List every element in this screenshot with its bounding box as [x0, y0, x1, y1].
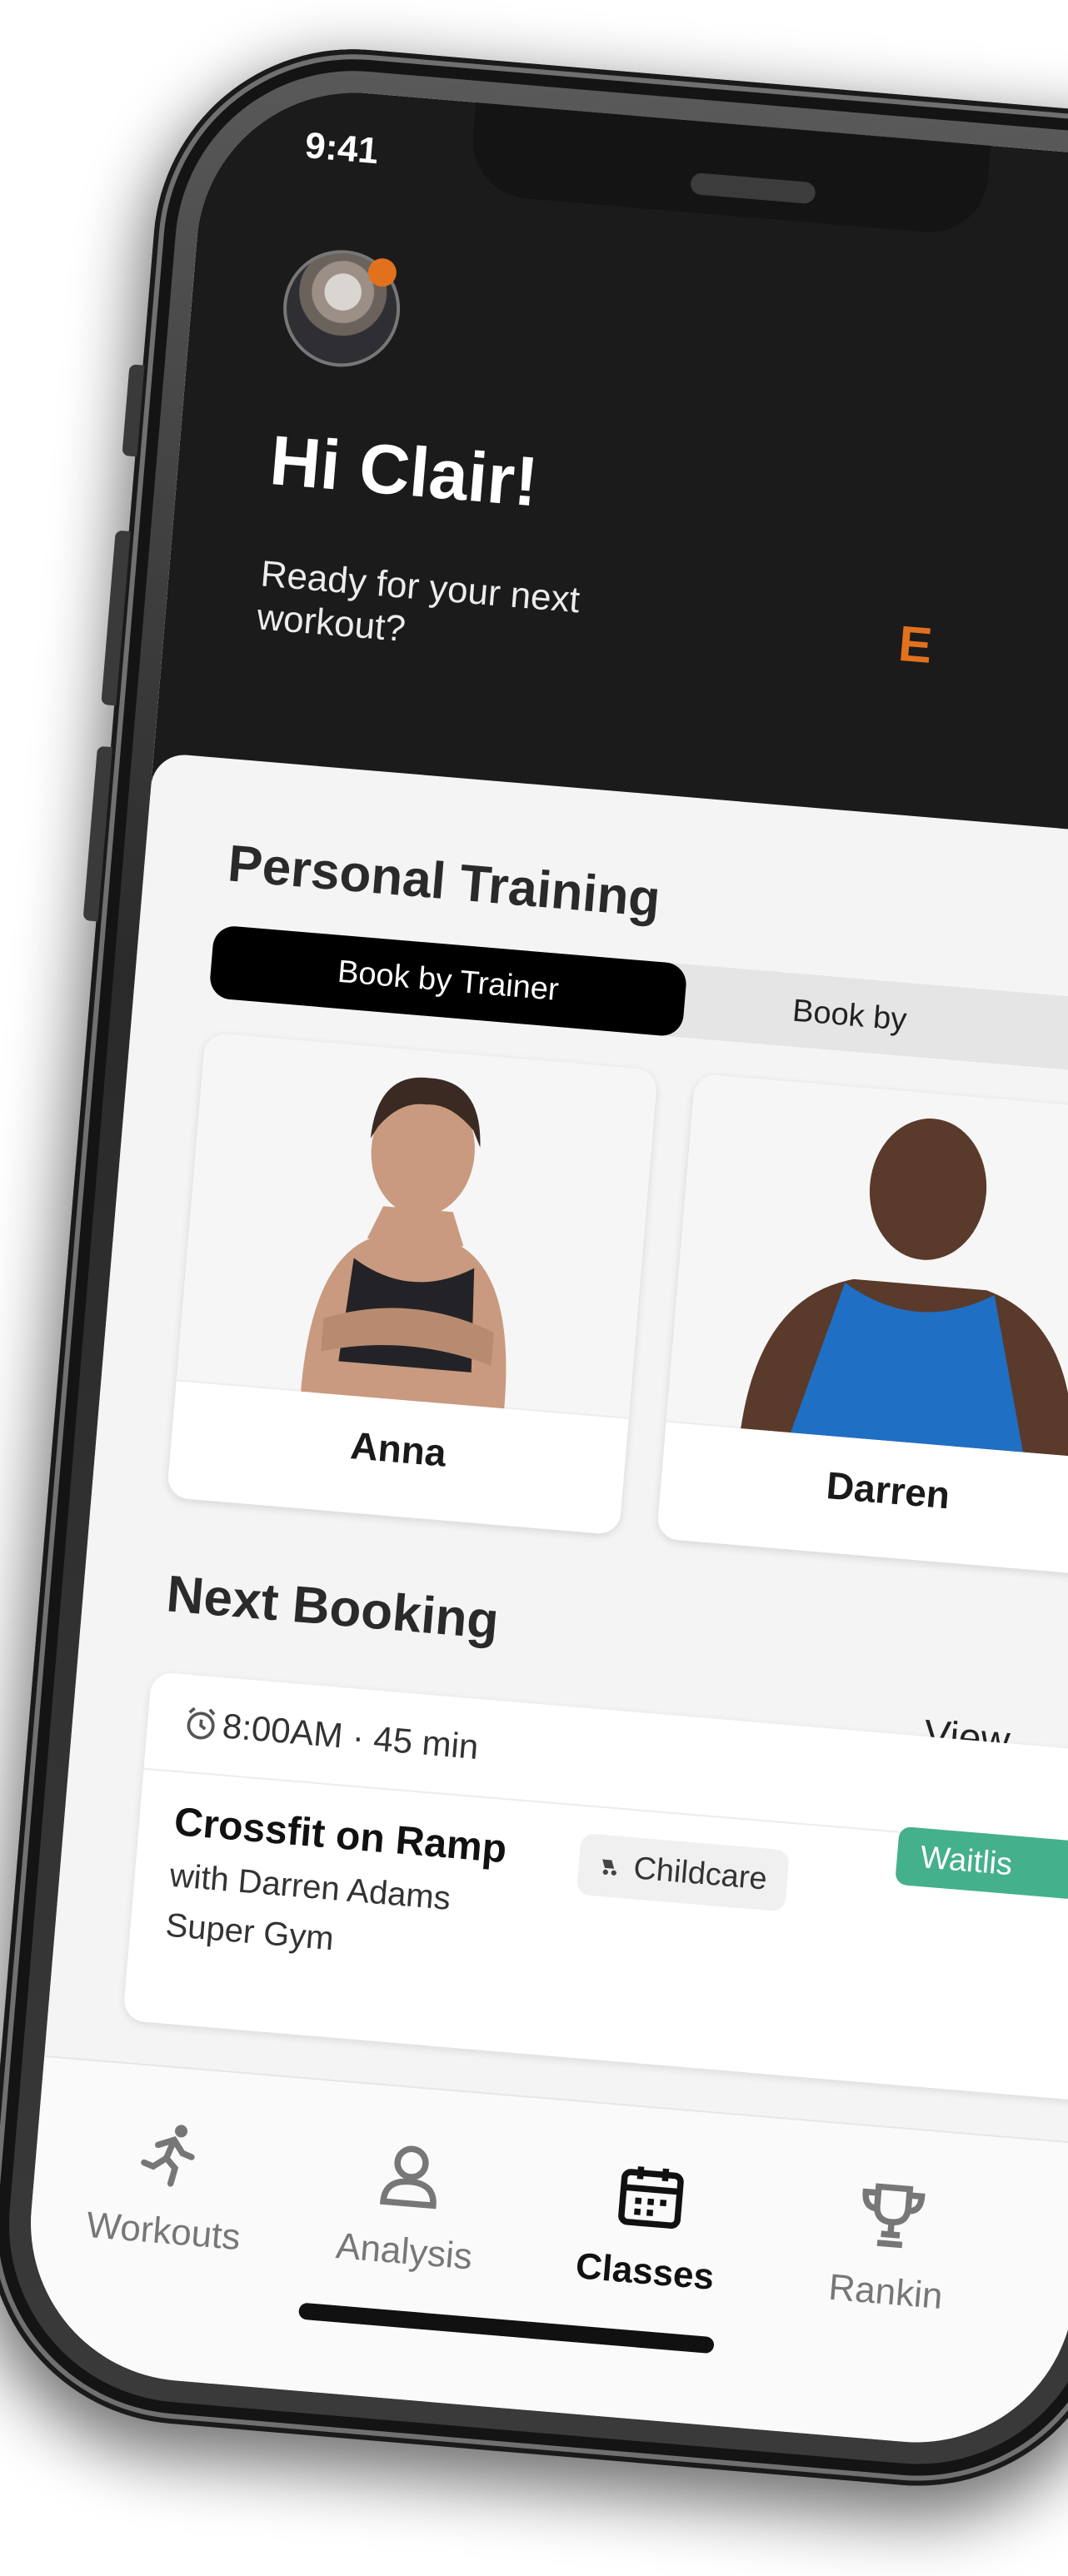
person-icon [380, 2145, 437, 2210]
next-booking-card[interactable]: 8:00AM · 45 min Crossfit on Ramp with Da… [122, 1672, 1068, 2104]
calendar-icon [618, 2166, 684, 2229]
status-time: 9:41 [303, 125, 381, 172]
booking-time: 8:00AM · 45 min [221, 1706, 481, 1767]
alarm-clock-icon [187, 1707, 216, 1740]
trainer-photo-darren [666, 1074, 1068, 1461]
book-by-other-tab[interactable]: Book by [791, 994, 908, 1039]
stroller-icon [602, 1859, 616, 1876]
volume-up-button [101, 530, 131, 706]
personal-training-title: Personal Training [225, 835, 663, 929]
booking-gym: Super Gym [164, 1906, 336, 1958]
notification-dot [367, 257, 398, 288]
header-accent-text: E [896, 615, 935, 674]
booking-trainer: with Darren Adams [168, 1856, 452, 1917]
running-icon [141, 2125, 195, 2187]
user-avatar[interactable] [278, 245, 405, 371]
childcare-tag: Childcare [576, 1832, 790, 1912]
tab-analysis-label: Analysis [334, 2225, 474, 2278]
volume-down-button [82, 745, 113, 922]
tab-classes-label: Classes [574, 2245, 716, 2298]
trainer-card-anna[interactable]: Anna [166, 1032, 658, 1536]
app-screen: 9:41 Hi Clair! Ready for your next worko… [17, 80, 1068, 2455]
trainer-card-darren[interactable]: Darren [656, 1074, 1068, 1577]
app-header: 9:41 Hi Clair! Ready for your next worko… [150, 80, 1068, 882]
tab-rankings[interactable]: Rankin [784, 2170, 995, 2322]
trophy-icon [862, 2183, 926, 2249]
main-content: Personal Training Book by Trainer Book b… [45, 752, 1068, 2135]
tab-analysis[interactable]: Analysis [302, 2130, 513, 2281]
trainer-name-darren: Darren [825, 1463, 952, 1517]
phone-frame: 9:41 Hi Clair! Ready for your next worko… [0, 33, 1068, 2502]
tab-workouts-label: Workouts [84, 2204, 242, 2259]
trainer-photo-anna [176, 1032, 658, 1419]
next-booking-title: Next Booking [164, 1565, 502, 1651]
trainer-name-anna: Anna [348, 1423, 448, 1475]
tab-classes[interactable]: Classes [543, 2150, 754, 2301]
greeting-subtitle: Ready for your next workout? [255, 553, 581, 650]
greeting-title: Hi Clair! [267, 420, 541, 521]
tab-workouts[interactable]: Workouts [62, 2110, 272, 2261]
phone-notch [468, 93, 992, 237]
phone-mockup: 9:41 Hi Clair! Ready for your next worko… [0, 33, 1068, 2556]
tab-rankings-label: Rankin [826, 2266, 945, 2317]
mute-switch [122, 364, 145, 457]
childcare-tag-label: Childcare [631, 1850, 769, 1897]
book-by-trainer-tab[interactable]: Book by Trainer [208, 924, 688, 1038]
